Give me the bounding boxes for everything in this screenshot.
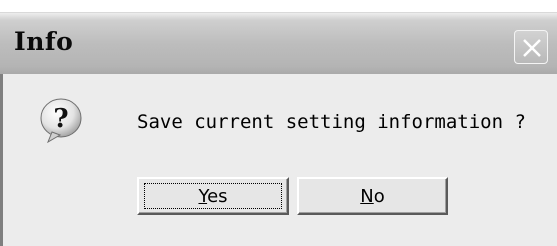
yes-button[interactable]: Yes [137,177,289,215]
no-mnemonic: N [360,185,374,207]
title-bar[interactable]: Info [0,12,557,74]
dialog-body: ? Save current setting information ? Yes… [0,74,557,246]
question-icon: ? [40,98,82,143]
info-dialog: Info ? Save current setting information … [0,0,557,246]
close-icon [523,39,541,57]
svg-text:?: ? [53,104,68,134]
close-button[interactable] [514,30,548,64]
dialog-title: Info [14,27,74,56]
no-button[interactable]: No [297,177,448,215]
dialog-message: Save current setting information ? [137,111,526,133]
focus-ring [144,183,282,209]
no-label-rest: o [373,185,385,207]
